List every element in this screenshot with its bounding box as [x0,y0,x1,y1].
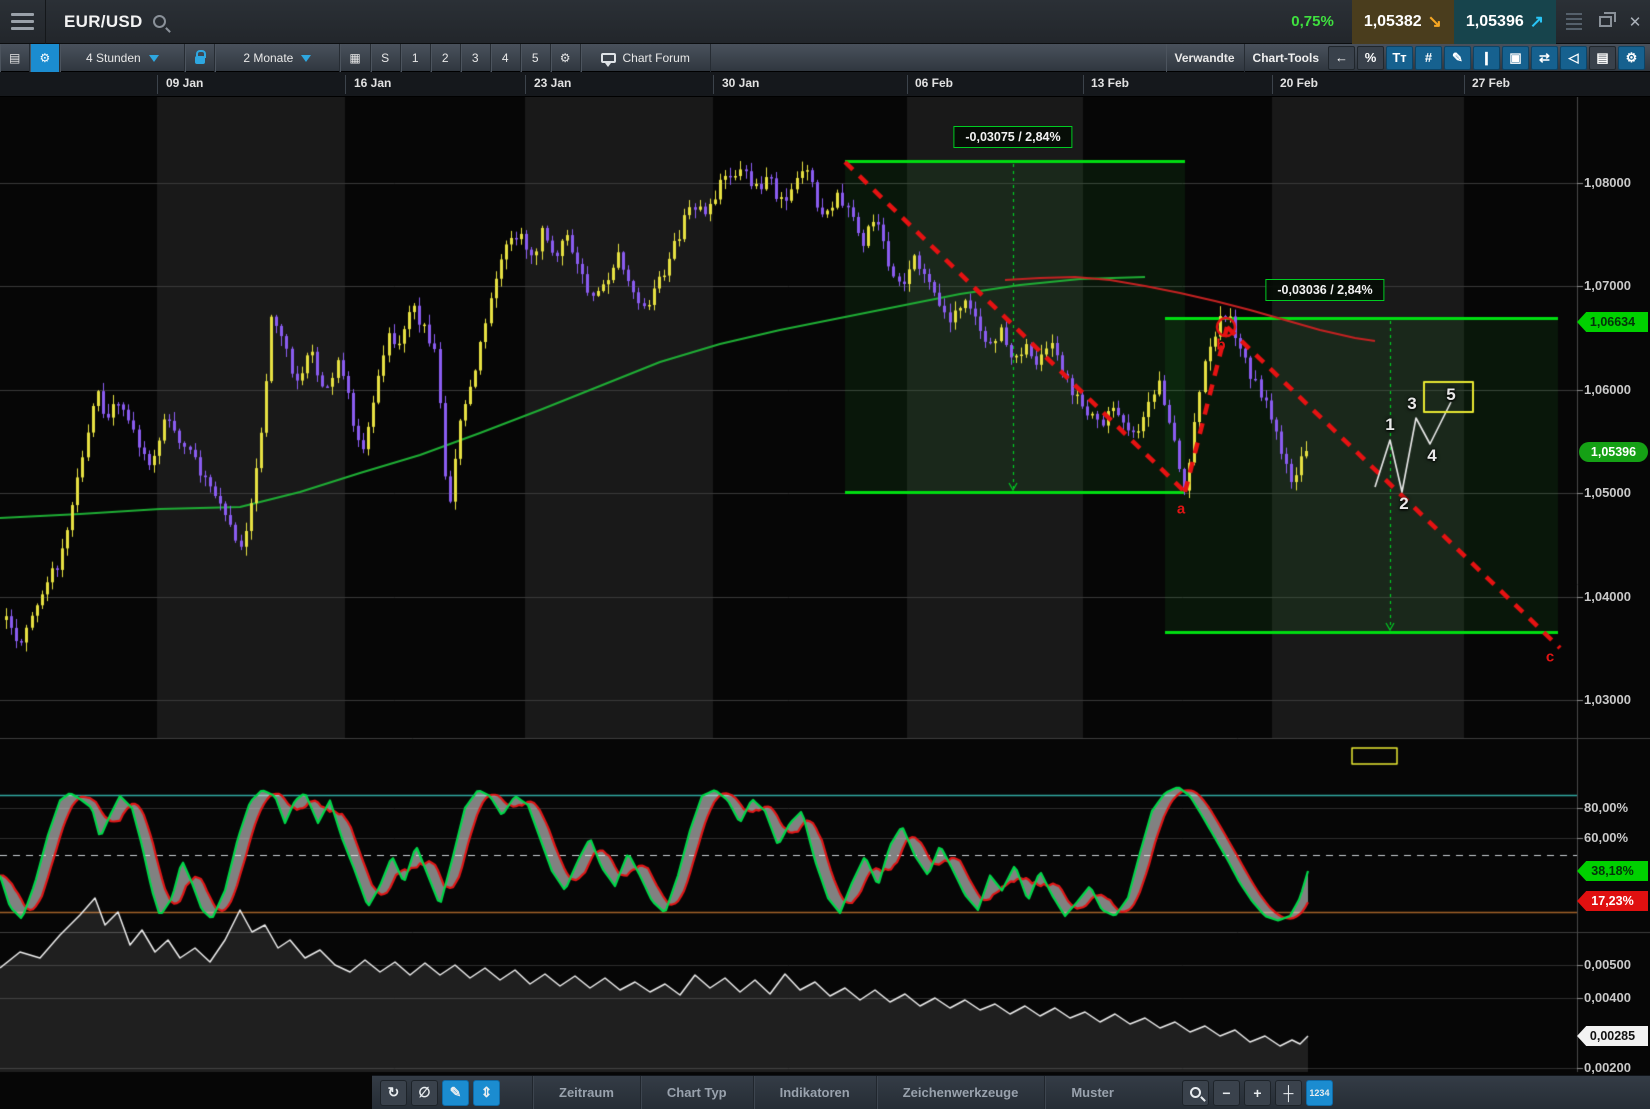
crosshair-icon[interactable]: ┼ [1275,1080,1302,1106]
text-icon[interactable]: Tᴛ [1386,46,1413,70]
grid-icon[interactable]: # [1415,46,1442,70]
x-axis-tick [1083,75,1084,94]
preset-button-4[interactable]: 4 [491,44,521,72]
title-bar: EUR/USD 0,75% 1,05382 ↘ 1,05396 ↗ ✕ [0,0,1650,44]
timeframe-dropdown[interactable]: 4 Stunden [60,44,185,72]
x-axis-label: 16 Jan [354,76,391,90]
print-icon[interactable]: ▤ [1589,46,1616,70]
preset-button-5[interactable]: 5 [521,44,551,72]
bid-down-arrow-icon: ↘ [1428,12,1442,32]
x-axis-label: 23 Jan [534,76,571,90]
compare-icon[interactable]: ⇄ [1531,46,1558,70]
x-axis-label: 09 Jan [166,76,203,90]
bottom-menu-muster[interactable]: Muster [1044,1076,1140,1109]
x-axis-tick [713,75,714,94]
menu-icon[interactable] [0,0,46,44]
bid-price-button[interactable]: 1,05382 ↘ [1352,0,1454,44]
pencil-icon[interactable]: ✎ [442,1080,469,1106]
drag-grip-icon[interactable] [1566,13,1582,30]
x-axis-tick [157,75,158,94]
numbers-icon[interactable]: 1234 [1306,1080,1333,1106]
symbol-title: EUR/USD [64,12,143,32]
zoom-presets: S12345 [371,44,551,72]
x-axis-tick [345,75,346,94]
zoom-out-icon[interactable]: − [1213,1080,1240,1106]
chart-toolbar: ▤ ⚙ 4 Stunden 2 Monate ▦ S12345 ⚙ Chart … [0,44,1650,72]
chart-settings-icon[interactable]: ⚙ [1618,46,1645,70]
ask-price-button[interactable]: 1,05396 ↗ [1454,0,1556,44]
x-axis-label: 20 Feb [1280,76,1318,90]
layers-icon[interactable]: ▣ [1502,46,1529,70]
period-value: 2 Monate [243,51,293,65]
updown-icon[interactable]: ⇕ [473,1080,500,1106]
x-axis[interactable]: 09 Jan 16 Jan 23 Jan 30 Jan 06 Feb 13 Feb 20 F… [0,72,1650,97]
restore-window-button[interactable] [1590,9,1620,35]
chart-tools-icons: ←%Tᴛ#✎❙▣⇄◁▤⚙ [1327,46,1646,70]
percent-icon[interactable]: % [1357,46,1384,70]
draw-icon[interactable]: ✎ [1444,46,1471,70]
chart-tools-label: Chart-Tools [1245,51,1327,65]
chart-forum-label: Chart Forum [623,51,690,65]
chevron-down-icon [149,55,159,67]
x-axis-label: 27 Feb [1472,76,1510,90]
bottom-left-icons: ↻∅✎⇕ [378,1080,502,1106]
chart-canvas[interactable] [0,97,1650,1075]
block-icon[interactable]: ∅ [411,1080,438,1106]
zoom-icon[interactable] [1182,1080,1209,1106]
ask-price: 1,05396 [1466,13,1524,31]
x-axis-tick [1464,75,1465,94]
chat-bubble-icon [601,53,616,63]
timeframe-value: 4 Stunden [86,51,141,65]
settings-gear-icon[interactable]: ⚙ [30,44,60,72]
period-dropdown[interactable]: 2 Monate [215,44,340,72]
related-button[interactable]: Verwandte [1166,44,1245,72]
candle-icon[interactable]: ❙ [1473,46,1500,70]
calendar-icon[interactable]: ▦ [340,44,370,72]
preset-button-S[interactable]: S [371,44,401,72]
preset-button-2[interactable]: 2 [431,44,461,72]
bottom-right-icons: −+┼1234 [1180,1080,1335,1106]
change-percent: 0,75% [1291,13,1334,30]
x-axis-label: 13 Feb [1091,76,1129,90]
back-icon[interactable]: ← [1328,46,1355,70]
gear-icon[interactable]: ⚙ [551,44,581,72]
x-axis-tick [525,75,526,94]
bottom-toolbar: ↻∅✎⇕ ZeitraumChart TypIndikatorenZeichen… [372,1075,1650,1109]
x-axis-label: 06 Feb [915,76,953,90]
bid-price: 1,05382 [1364,13,1422,31]
ask-up-arrow-icon: ↗ [1530,12,1544,32]
pricelabel-icon[interactable]: ◁ [1560,46,1587,70]
lock-icon[interactable] [185,44,215,72]
search-icon[interactable] [153,15,166,28]
bottom-menu-indikatoren[interactable]: Indikatoren [753,1076,876,1109]
x-axis-label: 30 Jan [722,76,759,90]
chart-forum-button[interactable]: Chart Forum [581,44,711,72]
x-axis-tick [907,75,908,94]
bottom-menu-chart-typ[interactable]: Chart Typ [640,1076,753,1109]
close-button[interactable]: ✕ [1620,9,1650,35]
zoom-in-icon[interactable]: + [1244,1080,1271,1106]
bottom-menu-zeichenwerkzeuge[interactable]: Zeichenwerkzeuge [876,1076,1045,1109]
chart-window: EUR/USD 0,75% 1,05382 ↘ 1,05396 ↗ ✕ ▤ ⚙ … [0,0,1650,1109]
chevron-down-icon [301,55,311,67]
refresh-icon[interactable]: ↻ [380,1080,407,1106]
bottom-menu-zeitraum[interactable]: Zeitraum [532,1076,640,1109]
preset-button-1[interactable]: 1 [401,44,431,72]
bottom-menus: ZeitraumChart TypIndikatorenZeichenwerkz… [532,1076,1140,1109]
preset-button-3[interactable]: 3 [461,44,491,72]
news-list-icon[interactable]: ▤ [0,44,30,72]
x-axis-tick [1272,75,1273,94]
